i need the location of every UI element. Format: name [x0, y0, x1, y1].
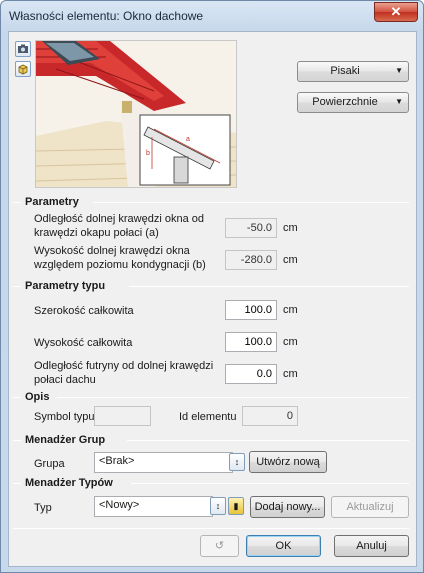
create-group-button[interactable]: Utwórz nową [249, 451, 327, 473]
undo-button: ↺ [200, 535, 239, 557]
dimension-b-label: b [146, 150, 150, 157]
pens-button-label: Pisaki [330, 65, 360, 77]
cancel-button[interactable]: Anuluj [334, 535, 409, 557]
width-field[interactable] [225, 300, 277, 320]
id-field [242, 406, 298, 426]
type-library-icon[interactable]: ▮ [228, 497, 244, 515]
close-button[interactable]: ✕ [374, 2, 418, 22]
dialog-content: a b Pisaki ▼ Powierzchnie ▼ Parametry Od… [8, 31, 417, 567]
group-manager-header: Menadżer Grup [25, 434, 106, 446]
divider [127, 440, 409, 441]
divider [93, 202, 409, 203]
window-title: Własności elementu: Okno dachowe [9, 9, 204, 23]
frame-distance-field[interactable] [225, 364, 277, 384]
parameters-header: Parametry [25, 196, 79, 208]
divider [13, 440, 21, 441]
divider [13, 397, 21, 398]
add-type-button[interactable]: Dodaj nowy... [250, 496, 325, 518]
type-label: Typ [34, 502, 52, 514]
title-bar: Własności elementu: Okno dachowe ✕ [1, 1, 423, 29]
unit-label: cm [283, 336, 298, 348]
camera-icon[interactable] [15, 41, 31, 57]
divider [13, 528, 409, 529]
height-field[interactable] [225, 332, 277, 352]
unit-label: cm [283, 304, 298, 316]
surfaces-button-label: Powierzchnie [312, 96, 378, 108]
preview-image: a b [35, 40, 237, 188]
group-combo[interactable]: <Brak> [94, 452, 233, 473]
surfaces-button[interactable]: Powierzchnie ▼ [297, 92, 409, 113]
dimension-a-label: a [186, 136, 190, 143]
symbol-field [94, 406, 151, 426]
type-parameters-header: Parametry typu [25, 280, 106, 292]
update-type-button: Aktualizuj [331, 496, 409, 518]
symbol-label: Symbol typu [34, 411, 95, 423]
unit-label: cm [283, 222, 298, 234]
divider [57, 397, 409, 398]
param-label-a: Odległość dolnej krawędzi okna od krawęd… [34, 213, 204, 239]
divider [131, 483, 409, 484]
type-list-icon[interactable]: ↕ [210, 497, 226, 515]
frame-distance-label: Odległość futryny od dolnej krawędzi poł… [34, 360, 214, 386]
type-combo[interactable]: <Nowy> [94, 496, 213, 517]
description-header: Opis [25, 391, 50, 403]
type-manager-header: Menadżer Typów [25, 477, 113, 489]
divider [13, 483, 21, 484]
id-label: Id elementu [179, 411, 237, 423]
pens-button[interactable]: Pisaki ▼ [297, 61, 409, 82]
group-list-icon[interactable]: ↕ [229, 453, 245, 471]
param-b-field [225, 250, 277, 270]
unit-label: cm [283, 368, 298, 380]
chevron-down-icon: ▼ [395, 66, 403, 75]
cube-icon[interactable] [15, 61, 31, 77]
param-label-b: Wysokość dolnej krawędzi okna względem p… [34, 245, 206, 271]
dialog-window: Własności elementu: Okno dachowe ✕ a b P… [0, 0, 424, 573]
width-label: Szerokość całkowita [34, 305, 134, 317]
unit-label: cm [283, 254, 298, 266]
height-label: Wysokość całkowita [34, 337, 133, 349]
divider [13, 286, 21, 287]
ok-button[interactable]: OK [246, 535, 321, 557]
chevron-down-icon: ▼ [395, 97, 403, 106]
divider [129, 286, 409, 287]
group-label: Grupa [34, 458, 65, 470]
undo-icon: ↺ [214, 540, 225, 552]
divider [13, 202, 21, 203]
param-a-field [225, 218, 277, 238]
